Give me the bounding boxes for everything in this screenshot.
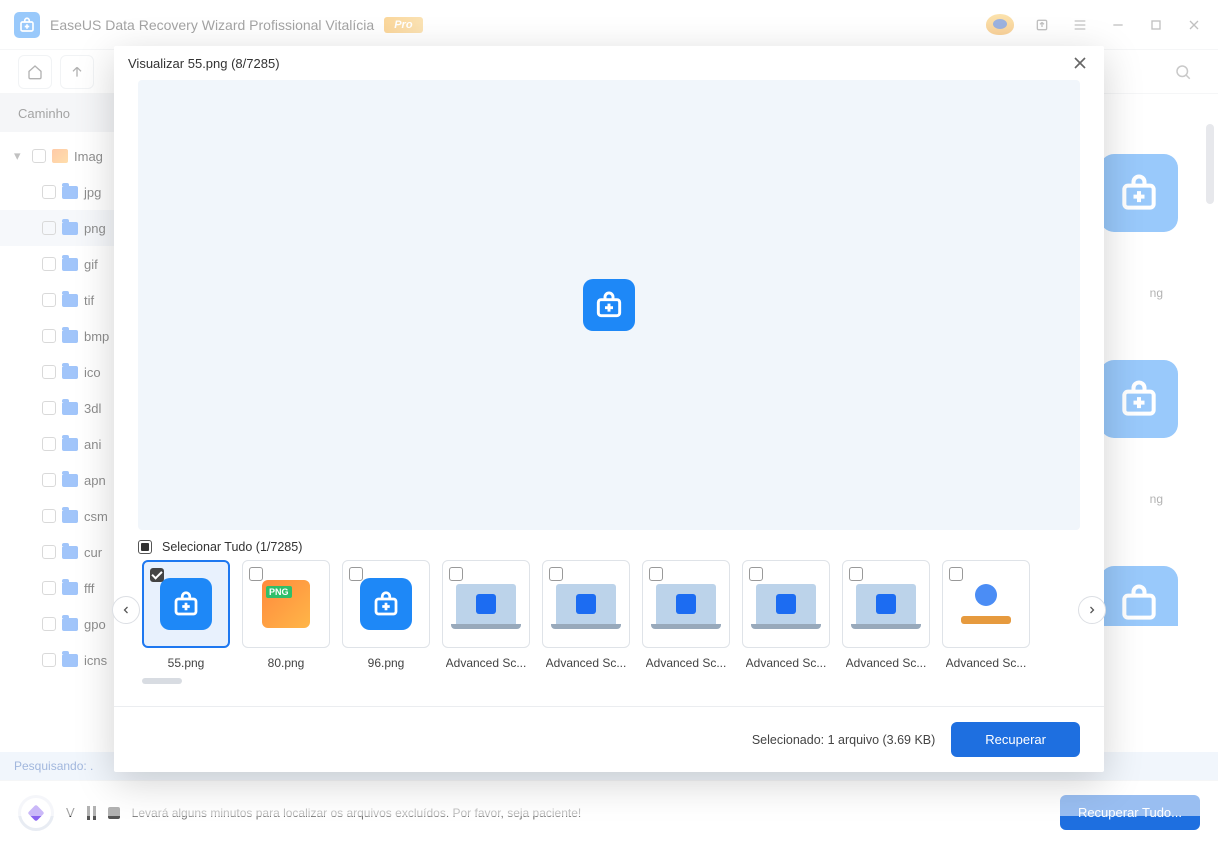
thumbnail-item[interactable]: Advanced Sc...: [642, 560, 730, 670]
thumb-checkbox[interactable]: [949, 567, 963, 581]
select-all-label: Selecionar Tudo (1/7285): [162, 540, 302, 554]
thumb-label: Advanced Sc...: [446, 656, 527, 670]
app-icon: [360, 578, 412, 630]
selection-info: Selecionado: 1 arquivo (3.69 KB): [752, 733, 935, 747]
thumbnail-item[interactable]: 96.png: [342, 560, 430, 670]
thumb-label: 96.png: [368, 656, 405, 670]
thumb-next-button[interactable]: [1078, 596, 1106, 624]
thumb-scrollbar[interactable]: [142, 678, 182, 684]
png-icon: [262, 580, 310, 628]
laptop-icon: [656, 584, 716, 624]
thumb-box[interactable]: [542, 560, 630, 648]
thumb-checkbox[interactable]: [549, 567, 563, 581]
thumb-box[interactable]: [342, 560, 430, 648]
preview-modal: Visualizar 55.png (8/7285) Selecionar Tu…: [114, 46, 1104, 772]
misc-icon: [961, 584, 1011, 624]
thumbnail-item[interactable]: 55.png: [142, 560, 230, 670]
thumb-box[interactable]: [242, 560, 330, 648]
thumb-label: 80.png: [268, 656, 305, 670]
laptop-icon: [556, 584, 616, 624]
recover-button[interactable]: Recuperar: [951, 722, 1080, 757]
preview-area: [138, 80, 1080, 530]
app-icon: [160, 578, 212, 630]
thumb-box[interactable]: [442, 560, 530, 648]
thumb-label: Advanced Sc...: [746, 656, 827, 670]
thumb-checkbox[interactable]: [749, 567, 763, 581]
thumb-box[interactable]: [742, 560, 830, 648]
thumb-label: Advanced Sc...: [546, 656, 627, 670]
thumb-checkbox[interactable]: [849, 567, 863, 581]
thumb-checkbox[interactable]: [649, 567, 663, 581]
thumbnail-item[interactable]: Advanced Sc...: [742, 560, 830, 670]
thumb-label: Advanced Sc...: [846, 656, 927, 670]
thumb-checkbox[interactable]: [349, 567, 363, 581]
thumb-box[interactable]: [142, 560, 230, 648]
thumb-box[interactable]: [942, 560, 1030, 648]
laptop-icon: [856, 584, 916, 624]
thumb-box[interactable]: [842, 560, 930, 648]
thumb-label: Advanced Sc...: [646, 656, 727, 670]
modal-title: Visualizar 55.png (8/7285): [128, 56, 280, 71]
thumbnail-item[interactable]: Advanced Sc...: [842, 560, 930, 670]
thumbnail-strip: 55.png 80.png 96.png Advanced Sc... Advanced…: [142, 560, 1076, 670]
thumb-checkbox[interactable]: [249, 567, 263, 581]
laptop-icon: [756, 584, 816, 624]
thumb-label: Advanced Sc...: [946, 656, 1027, 670]
thumbnail-item[interactable]: Advanced Sc...: [542, 560, 630, 670]
preview-image: [583, 279, 635, 331]
thumb-box[interactable]: [642, 560, 730, 648]
modal-close-button[interactable]: [1070, 53, 1090, 73]
thumbnail-item[interactable]: Advanced Sc...: [942, 560, 1030, 670]
thumbnail-item[interactable]: 80.png: [242, 560, 330, 670]
thumb-checkbox[interactable]: [449, 567, 463, 581]
thumbnail-item[interactable]: Advanced Sc...: [442, 560, 530, 670]
select-all-checkbox[interactable]: [138, 540, 152, 554]
thumb-checkbox[interactable]: [150, 568, 164, 582]
laptop-icon: [456, 584, 516, 624]
thumb-label: 55.png: [168, 656, 205, 670]
thumb-prev-button[interactable]: [112, 596, 140, 624]
preview-modal-overlay: Visualizar 55.png (8/7285) Selecionar Tu…: [0, 0, 1218, 816]
